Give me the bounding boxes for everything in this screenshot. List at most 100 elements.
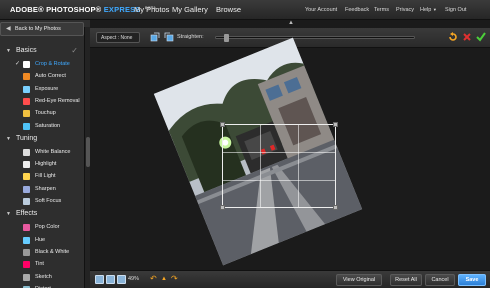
back-label: Back to My Photos	[15, 26, 61, 32]
help-label: Help	[420, 7, 432, 13]
view-original-button[interactable]: View Original	[336, 274, 382, 286]
crop-handle-bottom-right[interactable]	[333, 205, 338, 210]
section-basics[interactable]: ▼ Basics ✓	[0, 46, 84, 58]
saturation-icon	[23, 122, 30, 130]
undo-icon[interactable]: ↶	[150, 274, 157, 283]
privacy-link[interactable]: Privacy	[396, 7, 414, 13]
sidebar-item-label: Auto Correct	[35, 73, 66, 80]
back-arrow-icon: ◀	[6, 26, 11, 32]
sidebar-item-label: Highlight	[35, 161, 57, 168]
sidebar-item-label: Tint	[35, 261, 44, 268]
apply-crop-icon[interactable]	[476, 32, 486, 42]
sidebar: ◀ Back to My Photos ▼ Basics ✓ ✓ Crop & Rota…	[0, 20, 90, 288]
straighten-slider-knob[interactable]	[223, 34, 229, 42]
sidebar-item-highlight[interactable]: Highlight	[20, 159, 84, 170]
sidebar-item-hue[interactable]: Hue	[20, 235, 84, 246]
crop-handle-bottom-left[interactable]	[220, 205, 225, 210]
your-account-link[interactable]: Your Account	[305, 7, 337, 13]
redo-icon[interactable]: ↷	[171, 274, 178, 283]
rotate-left-icon[interactable]	[150, 32, 160, 42]
reset-all-button[interactable]: Reset All	[390, 274, 422, 286]
sidebar-item-red-eye-removal[interactable]: Red-Eye Removal	[20, 96, 84, 107]
rotate-right-icon[interactable]	[164, 32, 174, 42]
auto-correct-icon	[23, 73, 30, 81]
zoom-full-icon[interactable]	[117, 275, 126, 284]
touchup-icon	[23, 110, 30, 118]
history-up-icon[interactable]: ▲	[161, 276, 167, 282]
zoom-actual-icon[interactable]	[106, 275, 115, 284]
cancel-button[interactable]: Cancel	[425, 274, 455, 286]
hue-icon	[23, 236, 30, 244]
top-bar: ADOBE® PHOTOSHOP® EXPRESS BETA My Photos…	[0, 0, 490, 20]
sidebar-item-label: Hue	[35, 236, 46, 243]
collapse-triangle-icon: ▼	[6, 48, 11, 54]
sidebar-item-label: Touchup	[35, 110, 56, 117]
section-title: Tuning	[16, 134, 38, 142]
sidebar-item-tint[interactable]: Tint	[20, 259, 84, 270]
soft-focus-icon	[23, 198, 30, 205]
highlight-icon	[23, 161, 30, 169]
sidebar-item-label: Pop Color	[35, 224, 60, 231]
brand-name: ADOBE® PHOTOSHOP®	[10, 5, 102, 14]
crop-handle-top-left[interactable]	[220, 122, 225, 127]
sidebar-item-label: Fill Light	[35, 173, 56, 180]
sidebar-item-label: Crop & Rotate	[35, 61, 70, 67]
sidebar-item-label: Sharpen	[35, 185, 56, 192]
sidebar-item-sketch[interactable]: Sketch	[20, 272, 84, 283]
sidebar-item-sharpen[interactable]: Sharpen	[20, 184, 84, 195]
section-title: Effects	[16, 210, 38, 218]
sidebar-item-exposure[interactable]: Exposure	[20, 84, 84, 95]
collapse-header-icon[interactable]: ▲	[284, 20, 298, 27]
nav-browse[interactable]: Browse	[216, 5, 241, 14]
zoom-fit-icon[interactable]	[95, 275, 104, 284]
sidebar-item-label: Saturation	[35, 122, 61, 129]
sign-out-link[interactable]: Sign Out	[445, 7, 466, 13]
exposure-icon	[23, 85, 30, 93]
sidebar-item-auto-correct[interactable]: Auto Correct	[20, 71, 84, 82]
black-white-icon	[23, 248, 30, 256]
straighten-label: Straighten:	[177, 34, 204, 40]
section-effects[interactable]: ▼ Effects	[0, 210, 84, 221]
red-eye-removal-icon	[23, 97, 30, 105]
sidebar-item-label: Black & White	[35, 248, 70, 255]
save-button[interactable]: Save	[458, 274, 486, 286]
sidebar-item-white-balance[interactable]: White Balance	[20, 147, 84, 158]
crop-box[interactable]	[220, 122, 338, 210]
sidebar-item-label: White Balance	[35, 148, 71, 155]
back-to-my-photos-button[interactable]: ◀ Back to My Photos	[0, 22, 84, 36]
sidebar-item-fill-light[interactable]: Fill Light	[20, 171, 84, 182]
sidebar-item-black-white[interactable]: Black & White	[20, 247, 84, 258]
sidebar-item-saturation[interactable]: Saturation	[20, 121, 84, 132]
image-canvas[interactable]	[90, 37, 490, 270]
crop-handle-top-right[interactable]	[333, 122, 338, 127]
nav-my-gallery[interactable]: My Gallery	[172, 5, 208, 14]
sharpen-icon	[23, 185, 30, 193]
sidebar-item-pop-color[interactable]: Pop Color	[20, 222, 84, 233]
collapse-triangle-icon: ▼	[6, 211, 11, 218]
chevron-down-icon: ▼	[432, 7, 437, 12]
fill-light-icon	[23, 173, 30, 181]
undo-crop-icon[interactable]	[448, 32, 458, 42]
nav-my-photos[interactable]: My Photos	[134, 5, 169, 14]
feedback-link[interactable]: Feedback	[345, 7, 369, 13]
help-menu[interactable]: Help ▼	[420, 7, 437, 13]
sidebar-item-label: Red-Eye Removal	[35, 97, 80, 104]
checkmark-icon: ✓	[71, 46, 78, 55]
white-balance-icon	[23, 148, 30, 156]
cancel-crop-icon[interactable]	[462, 32, 472, 42]
sidebar-item-crop-rotate[interactable]: ✓ Crop & Rotate	[15, 59, 84, 70]
pop-color-icon	[23, 224, 30, 232]
section-tuning[interactable]: ▼ Tuning	[0, 135, 84, 146]
sidebar-item-distort[interactable]: Distort	[20, 284, 84, 288]
sidebar-item-touchup[interactable]: Touchup	[20, 108, 84, 119]
straighten-slider[interactable]	[215, 34, 415, 42]
sidebar-item-soft-focus[interactable]: Soft Focus	[20, 196, 84, 207]
section-title: Basics	[16, 47, 37, 54]
terms-link[interactable]: Terms	[374, 7, 389, 13]
collapse-triangle-icon: ▼	[6, 135, 11, 142]
aspect-select[interactable]: Aspect : None	[96, 32, 140, 43]
zoom-level: 49%	[128, 276, 140, 282]
bottom-bar: 49% ↶ ▲ ↷ View Original Reset All Cancel…	[90, 270, 490, 288]
sidebar-item-label: Distort	[35, 284, 51, 288]
sketch-icon	[23, 273, 30, 281]
